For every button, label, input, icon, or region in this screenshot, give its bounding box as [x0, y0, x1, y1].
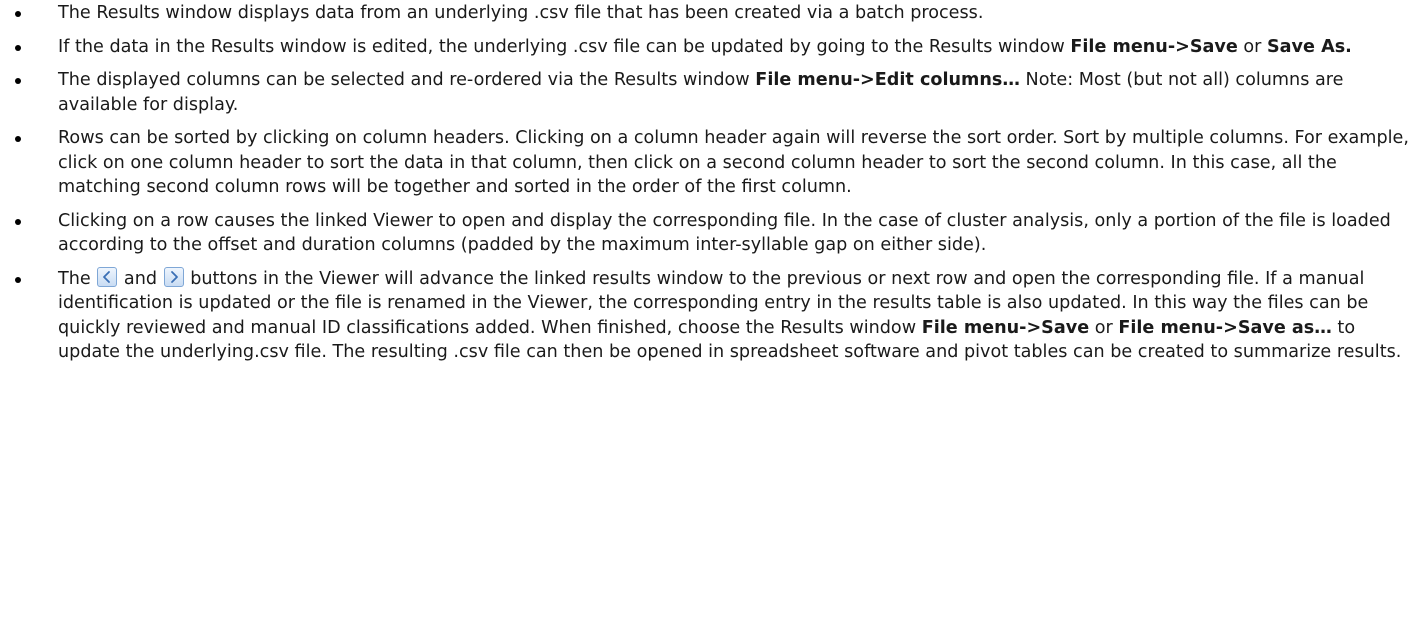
bullet-text: The Results window displays data from an…	[58, 3, 984, 23]
bullet-text: The displayed columns can be selected an…	[58, 70, 756, 90]
bullet-text: and	[118, 268, 163, 289]
bullet-text: Clicking on a row causes the linked View…	[58, 210, 1391, 256]
bullet-row-click: Clicking on a row causes the linked View…	[0, 209, 1417, 258]
bullet-sorting: Rows can be sorted by clicking on column…	[0, 126, 1417, 200]
bullet-text: If the data in the Results window is edi…	[58, 36, 1071, 57]
bullet-text: or	[1237, 36, 1268, 57]
bullet-results-window: The Results window displays data from an…	[0, 1, 1417, 26]
bullet-text: The	[58, 268, 97, 289]
menu-path-file-save: File menu->Save	[1070, 36, 1238, 57]
chevron-right-icon	[170, 270, 178, 283]
menu-path-save-as: File menu->Save as…	[1118, 317, 1332, 338]
chevron-left-icon	[103, 270, 111, 283]
bullet-viewer-buttons: The and buttons in the Viewer will advan…	[0, 266, 1417, 365]
bullet-text: Rows can be sorted by clicking on column…	[58, 128, 1409, 197]
bullet-edit-columns: The displayed columns can be selected an…	[0, 68, 1417, 117]
next-button-icon	[163, 266, 184, 287]
menu-path-edit-columns: File menu->Edit columns…	[755, 70, 1020, 90]
previous-button-icon	[97, 266, 118, 287]
bullet-text: or	[1089, 317, 1119, 338]
menu-path-file-save: File menu->Save	[921, 317, 1090, 338]
help-bullet-list: The Results window displays data from an…	[0, 0, 1417, 365]
menu-path-save-as: Save As.	[1267, 36, 1352, 57]
bullet-edit-save: If the data in the Results window is edi…	[0, 35, 1417, 60]
